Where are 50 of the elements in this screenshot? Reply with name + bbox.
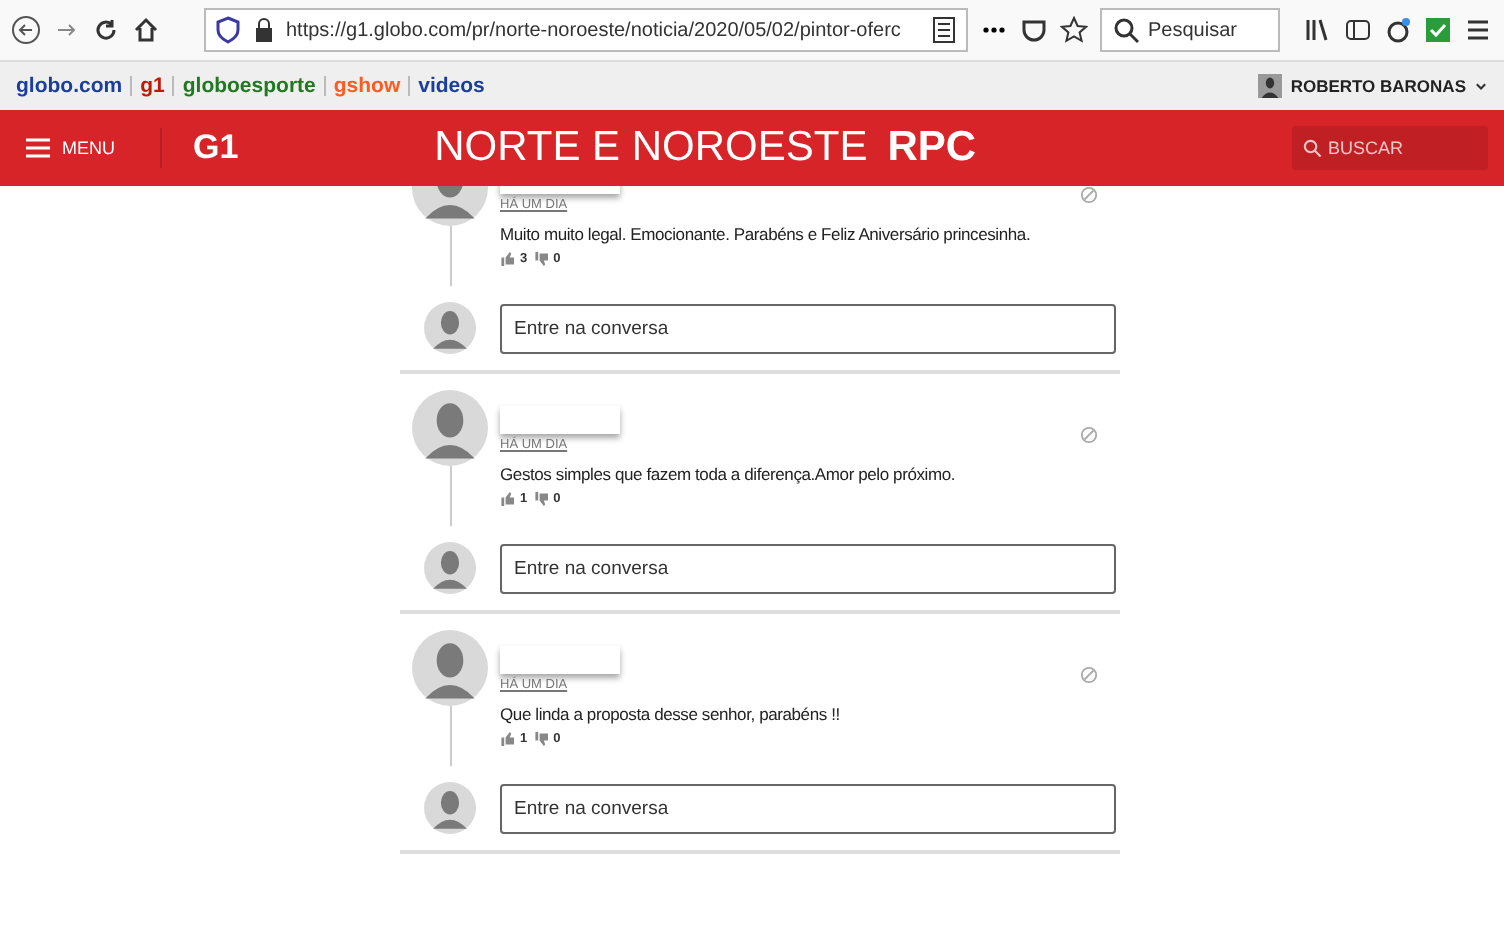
star-icon[interactable] <box>1060 16 1088 44</box>
caret-icon[interactable] <box>1474 79 1488 93</box>
brand-logo[interactable]: RPC <box>887 124 977 172</box>
reply-field[interactable]: Entre na conversa <box>500 303 1116 353</box>
bookmark-link[interactable]: globoesporte <box>182 74 316 98</box>
thumbs-down-icon[interactable] <box>533 732 548 746</box>
thumbs-up-icon[interactable] <box>500 252 514 266</box>
pocket-icon[interactable] <box>1020 16 1048 44</box>
thumbs-up-icon[interactable] <box>500 492 514 506</box>
extension-icon[interactable] <box>1384 16 1412 44</box>
site-logo[interactable]: G1 <box>159 128 239 168</box>
avatar-icon <box>424 542 476 594</box>
search-field[interactable]: Pesquisar <box>1100 8 1280 52</box>
menu-icon <box>24 134 52 162</box>
bookmark-link[interactable]: gshow <box>333 74 401 98</box>
user-avatar-icon <box>1258 74 1283 98</box>
comment-text: Muito muito legal. Emocionante. Parabéns e Feliz Aniversário princesinha. <box>500 224 1033 244</box>
redacted-name-box <box>500 646 620 674</box>
menu-icon[interactable] <box>1464 16 1492 44</box>
search-icon <box>1112 16 1140 44</box>
comment-text: Que linda a proposta desse senhor, parabéns !! <box>500 704 842 724</box>
search-icon <box>1302 138 1322 158</box>
shield-icon <box>214 16 242 44</box>
avatar-icon <box>412 390 488 466</box>
avatar-icon <box>412 630 488 706</box>
menu-button[interactable]: MENU <box>24 134 115 162</box>
reload-icon[interactable] <box>92 16 120 44</box>
library-icon[interactable] <box>1304 16 1332 44</box>
section-title: NORTE E NOROESTE <box>434 124 868 172</box>
reply-field[interactable]: Entre na conversa <box>500 543 1116 593</box>
back-icon[interactable] <box>12 16 40 44</box>
address-bar[interactable]: https://g1.globo.com/pr/norte-noroeste/noticia/2020/05/02/pintor-oferc <box>204 8 968 52</box>
reader-icon[interactable] <box>930 16 958 44</box>
thumbs-down-icon[interactable] <box>533 492 548 506</box>
user-name[interactable]: ROBERTO BARONAS <box>1290 76 1466 96</box>
redacted-name-box <box>500 406 620 434</box>
thumbs-up-icon[interactable] <box>500 732 514 746</box>
site-search-field[interactable]: BUSCAR <box>1292 126 1488 170</box>
thumbs-down-icon[interactable] <box>533 252 548 266</box>
bookmark-link[interactable]: videos <box>418 74 485 98</box>
bookmark-link[interactable]: globo.com <box>16 74 123 98</box>
reply-field[interactable]: Entre na conversa <box>500 783 1116 833</box>
lock-icon <box>250 16 278 44</box>
avatar-icon <box>424 782 476 834</box>
bookmark-link[interactable]: g1 <box>140 74 165 98</box>
avatar-icon <box>424 302 476 354</box>
comment-text: Gestos simples que fazem toda a diferença.Amor pelo próximo. <box>500 464 958 484</box>
sidebar-icon[interactable] <box>1344 16 1372 44</box>
checkbox-icon[interactable] <box>1424 16 1452 44</box>
home-icon[interactable] <box>132 16 160 44</box>
